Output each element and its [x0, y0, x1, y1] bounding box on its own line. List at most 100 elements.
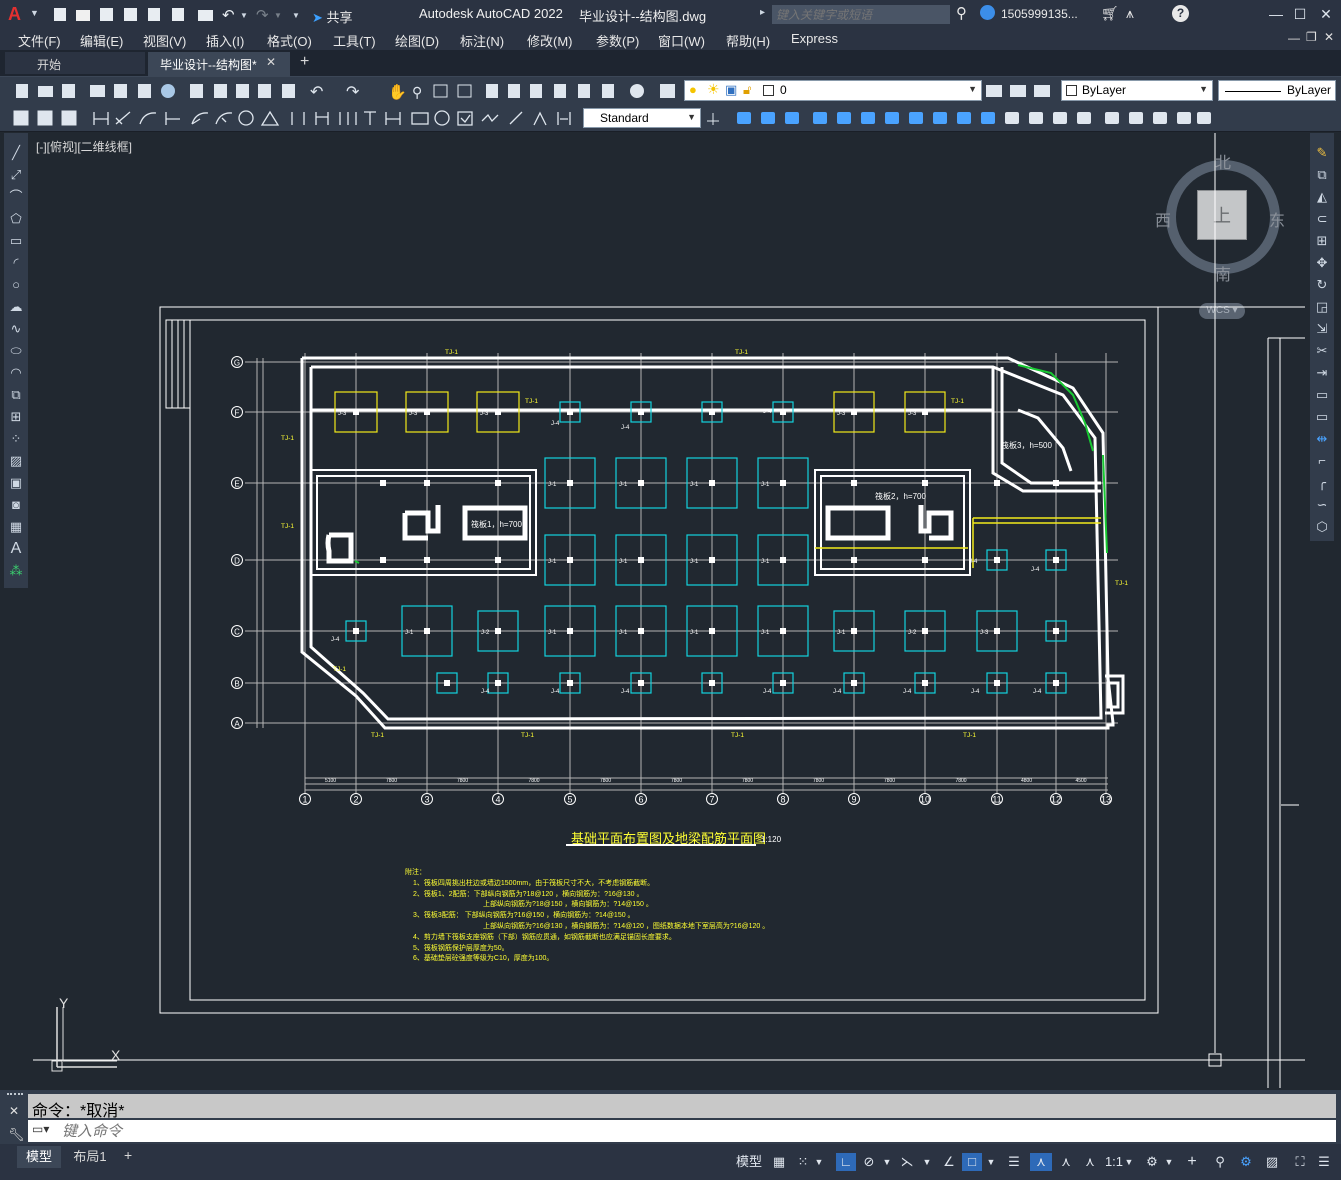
explode-icon[interactable]: ⬡: [1314, 519, 1330, 535]
zoom-window-icon[interactable]: [433, 84, 448, 98]
cmd-settings-icon[interactable]: 🔧︎: [8, 1127, 25, 1143]
add-selected-icon[interactable]: ⁂: [8, 563, 24, 579]
ucs-x-icon[interactable]: [957, 112, 971, 124]
ellipse-icon[interactable]: ⬭: [8, 343, 24, 359]
3dprint-icon[interactable]: [161, 84, 175, 98]
insert-block-icon[interactable]: ⧉: [8, 387, 24, 403]
doc-close-button[interactable]: ✕: [1324, 30, 1334, 44]
snap-dropdown-icon[interactable]: ▼: [814, 1153, 824, 1171]
layer-props-icon[interactable]: [660, 84, 675, 98]
inspect-icon[interactable]: [457, 111, 473, 126]
dimedit-icon[interactable]: [509, 111, 523, 125]
zoom-prev-icon[interactable]: [457, 84, 472, 98]
tab-close-icon[interactable]: ✕: [266, 55, 276, 69]
dim-break-icon[interactable]: [385, 112, 401, 125]
scale-value[interactable]: 1:1: [1104, 1153, 1124, 1171]
menu-insert[interactable]: 插入(I): [206, 31, 244, 50]
help2-icon[interactable]: [630, 84, 644, 98]
redo-icon[interactable]: ↷: [256, 7, 269, 24]
cmd-prompt-icon[interactable]: ▭▾: [32, 1122, 49, 1136]
publish2-icon[interactable]: [138, 84, 151, 98]
cmd-input-row[interactable]: ▭▾: [28, 1120, 1336, 1142]
trim-icon[interactable]: ✂: [1314, 343, 1330, 359]
command-input[interactable]: [62, 1121, 1322, 1141]
open-icon[interactable]: [76, 10, 90, 21]
paste-icon[interactable]: [236, 84, 249, 98]
dimstyle-dropdown[interactable]: Standard ▼: [583, 108, 701, 128]
user-icon[interactable]: [980, 5, 995, 20]
polygon-icon[interactable]: ⬠: [8, 211, 24, 227]
share-button[interactable]: ➤ 共享: [312, 7, 353, 26]
center-mark-icon[interactable]: [434, 110, 450, 126]
view-se-icon[interactable]: [1177, 112, 1191, 124]
color-dropdown[interactable]: ByLayer ▼: [1061, 80, 1213, 101]
join-icon[interactable]: ⇹: [1314, 431, 1330, 447]
clean-screen-icon[interactable]: ▨: [1262, 1153, 1282, 1171]
preview-icon[interactable]: [114, 84, 127, 98]
dim-arc-icon[interactable]: [139, 112, 157, 125]
layer-dropdown[interactable]: ● ☀ ▣ 🔓︎ 0 ▼: [684, 80, 982, 101]
menu-file[interactable]: 文件(F): [18, 31, 61, 50]
menu-view[interactable]: 视图(V): [143, 31, 186, 50]
layer-match-icon[interactable]: [1010, 85, 1026, 97]
ucs-origin-icon[interactable]: [885, 112, 899, 124]
lineweight-icon[interactable]: ☰: [1004, 1153, 1024, 1171]
menu-tools[interactable]: 工具(T): [333, 31, 376, 50]
isolate-objects-icon[interactable]: ⚲: [1210, 1153, 1230, 1171]
customize-plus-icon[interactable]: +: [1182, 1153, 1202, 1171]
linetype-dropdown[interactable]: ByLayer: [1218, 80, 1336, 101]
fullscreen-icon[interactable]: ⛶: [1290, 1153, 1310, 1171]
calc-icon[interactable]: [602, 84, 614, 98]
dim-continue-icon[interactable]: [339, 112, 357, 125]
fillet-icon[interactable]: ╭: [1314, 475, 1330, 491]
menu-parametric[interactable]: 参数(P): [596, 31, 639, 50]
new-tab-button[interactable]: +: [300, 53, 309, 71]
extend-icon[interactable]: ⇥: [1314, 365, 1330, 381]
mleader-style-icon[interactable]: [37, 110, 53, 126]
tolerance-icon[interactable]: [411, 112, 429, 125]
bulb-icon[interactable]: ●: [689, 82, 697, 97]
layer-current-icon[interactable]: [986, 85, 1002, 97]
dim-space-icon[interactable]: [364, 111, 376, 125]
snap-icon[interactable]: ⁙: [794, 1153, 812, 1171]
hatch-icon[interactable]: ▨: [8, 453, 24, 469]
ucs-zaxis-icon[interactable]: [909, 112, 923, 124]
close-button[interactable]: ✕: [1316, 4, 1336, 24]
search-input[interactable]: [772, 5, 950, 24]
dim-baseline-icon[interactable]: [315, 112, 329, 125]
stretch-icon[interactable]: ⇲: [1314, 321, 1330, 337]
new-icon[interactable]: [54, 8, 66, 21]
dimtedit-icon[interactable]: [533, 111, 547, 126]
properties-icon[interactable]: [486, 84, 498, 98]
undo-icon[interactable]: ↶: [222, 7, 235, 24]
ucs-view-icon[interactable]: [861, 112, 875, 124]
menu-dimension[interactable]: 标注(N): [460, 31, 504, 50]
annotation-scale-icon[interactable]: ⋏: [1080, 1153, 1100, 1171]
workspace-gear-icon[interactable]: ⚙: [1142, 1153, 1162, 1171]
model-space-button[interactable]: 模型: [734, 1153, 764, 1171]
doc-restore-button[interactable]: ❐: [1306, 30, 1317, 44]
ucs-icon[interactable]: [737, 112, 751, 124]
osnap-dropdown-icon[interactable]: ▼: [986, 1153, 996, 1171]
revcloud-icon[interactable]: ☁: [8, 299, 24, 315]
cut-icon[interactable]: [190, 84, 203, 98]
gradient-icon[interactable]: ▣: [8, 475, 24, 491]
view-bottom-icon[interactable]: [1029, 112, 1043, 124]
menu-help[interactable]: 帮助(H): [726, 31, 770, 50]
ucs-prev-icon[interactable]: [785, 112, 799, 124]
view-sw-icon[interactable]: [1153, 112, 1167, 124]
cmd-grip-icon[interactable]: [7, 1093, 23, 1099]
help-icon[interactable]: ?: [1172, 5, 1189, 22]
autocad-logo-icon[interactable]: A: [8, 4, 28, 24]
copy-icon[interactable]: [214, 84, 227, 98]
undo2-icon[interactable]: ↶: [310, 84, 323, 100]
chamfer-icon[interactable]: ⌐: [1314, 453, 1330, 469]
menu-express[interactable]: Express: [791, 31, 838, 46]
polyline-icon[interactable]: ⌒: [8, 189, 24, 205]
ucs-object-icon[interactable]: [837, 112, 851, 124]
qdim-icon[interactable]: [291, 112, 305, 125]
zoom-realtime-icon[interactable]: ⚲: [412, 84, 422, 100]
doc-minimize-button[interactable]: —: [1288, 31, 1300, 45]
menu-format[interactable]: 格式(O): [267, 31, 312, 50]
table-icon[interactable]: ▦: [8, 519, 24, 535]
